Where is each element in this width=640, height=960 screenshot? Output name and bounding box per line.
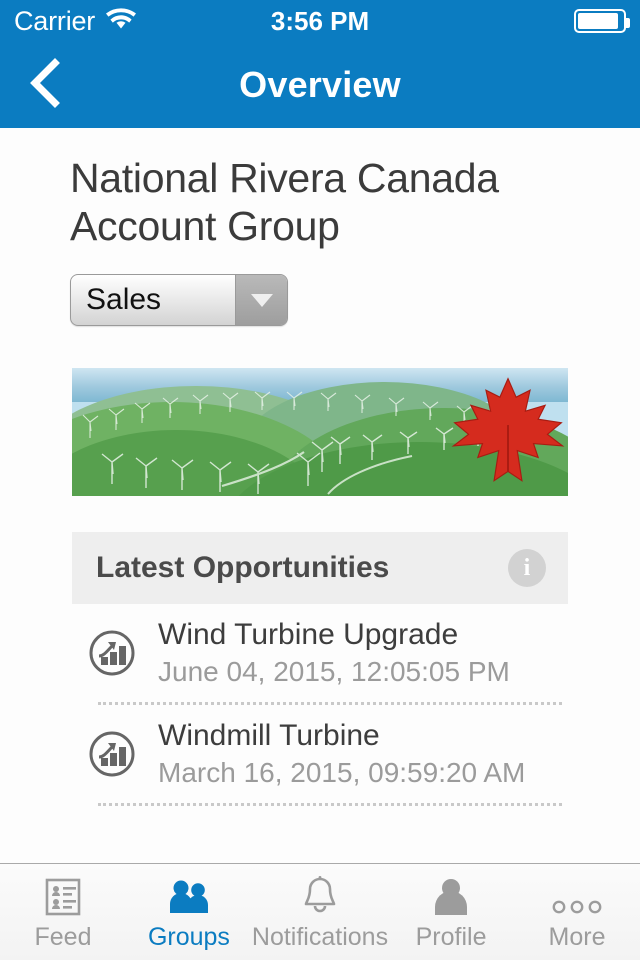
back-button[interactable]	[10, 42, 80, 128]
battery-fill	[578, 13, 619, 29]
navigation-bar: Overview	[0, 42, 640, 128]
chevron-down-icon	[235, 275, 287, 325]
list-item-text: Windmill Turbine March 16, 2015, 09:59:2…	[158, 718, 525, 790]
tab-label-more: More	[548, 922, 606, 951]
content-scroll-area[interactable]: National Rivera Canada Account Group Sal…	[0, 128, 640, 863]
list-item-timestamp: March 16, 2015, 09:59:20 AM	[158, 757, 526, 788]
battery-icon	[574, 9, 630, 33]
ellipsis-icon	[549, 873, 605, 917]
group-banner-image	[72, 368, 568, 496]
list-divider	[98, 803, 562, 806]
latest-opportunities-header: Latest Opportunities i	[72, 532, 568, 604]
maple-leaf-icon	[451, 377, 565, 482]
bell-icon	[300, 873, 340, 917]
tab-profile[interactable]: Profile	[388, 864, 514, 960]
record-type-select-value: Sales	[86, 283, 162, 316]
tab-label-feed: Feed	[34, 922, 92, 951]
tab-groups[interactable]: Groups	[126, 864, 252, 960]
clock-label: 3:56 PM	[270, 5, 370, 36]
group-title: National Rivera Canada Account Group	[70, 155, 499, 249]
status-bar: Carrier 3:56 PM	[0, 0, 640, 42]
caret-shape	[250, 293, 273, 307]
info-icon[interactable]: i	[508, 549, 546, 587]
tab-label-profile: Profile	[415, 922, 487, 951]
page-title-navbar: Overview	[239, 64, 401, 105]
section-title: Latest Opportunities	[96, 551, 390, 584]
list-item-title: Wind Turbine Upgrade	[158, 618, 459, 651]
record-type-select-wrapper: Sales	[70, 274, 640, 326]
list-item-title: Windmill Turbine	[158, 719, 380, 752]
tab-feed[interactable]: Feed	[0, 864, 126, 960]
tab-notifications[interactable]: Notifications	[252, 864, 388, 960]
list-item-text: Wind Turbine Upgrade June 04, 2015, 12:0…	[158, 617, 510, 689]
opportunity-chart-icon	[89, 630, 135, 676]
status-bar-right	[574, 9, 630, 33]
tab-bar: Feed Groups Notifications Profile More	[0, 863, 640, 960]
groups-people-icon	[167, 873, 211, 917]
tab-label-notifications: Notifications	[251, 922, 389, 951]
tab-label-groups: Groups	[147, 922, 230, 951]
feed-list-icon	[43, 873, 83, 917]
app-root: Carrier 3:56 PM Overview National Rivera…	[0, 0, 640, 960]
record-type-select[interactable]: Sales	[70, 274, 288, 326]
info-glyph: i	[523, 554, 531, 581]
person-icon	[431, 873, 471, 917]
opportunities-list: Wind Turbine Upgrade June 04, 2015, 12:0…	[72, 604, 568, 806]
list-item-timestamp: June 04, 2015, 12:05:05 PM	[158, 656, 510, 687]
chevron-left-icon	[28, 57, 62, 113]
list-item[interactable]: Wind Turbine Upgrade June 04, 2015, 12:0…	[72, 604, 568, 702]
opportunity-chart-icon	[89, 731, 135, 777]
tab-more[interactable]: More	[514, 864, 640, 960]
list-item[interactable]: Windmill Turbine March 16, 2015, 09:59:2…	[72, 705, 568, 803]
